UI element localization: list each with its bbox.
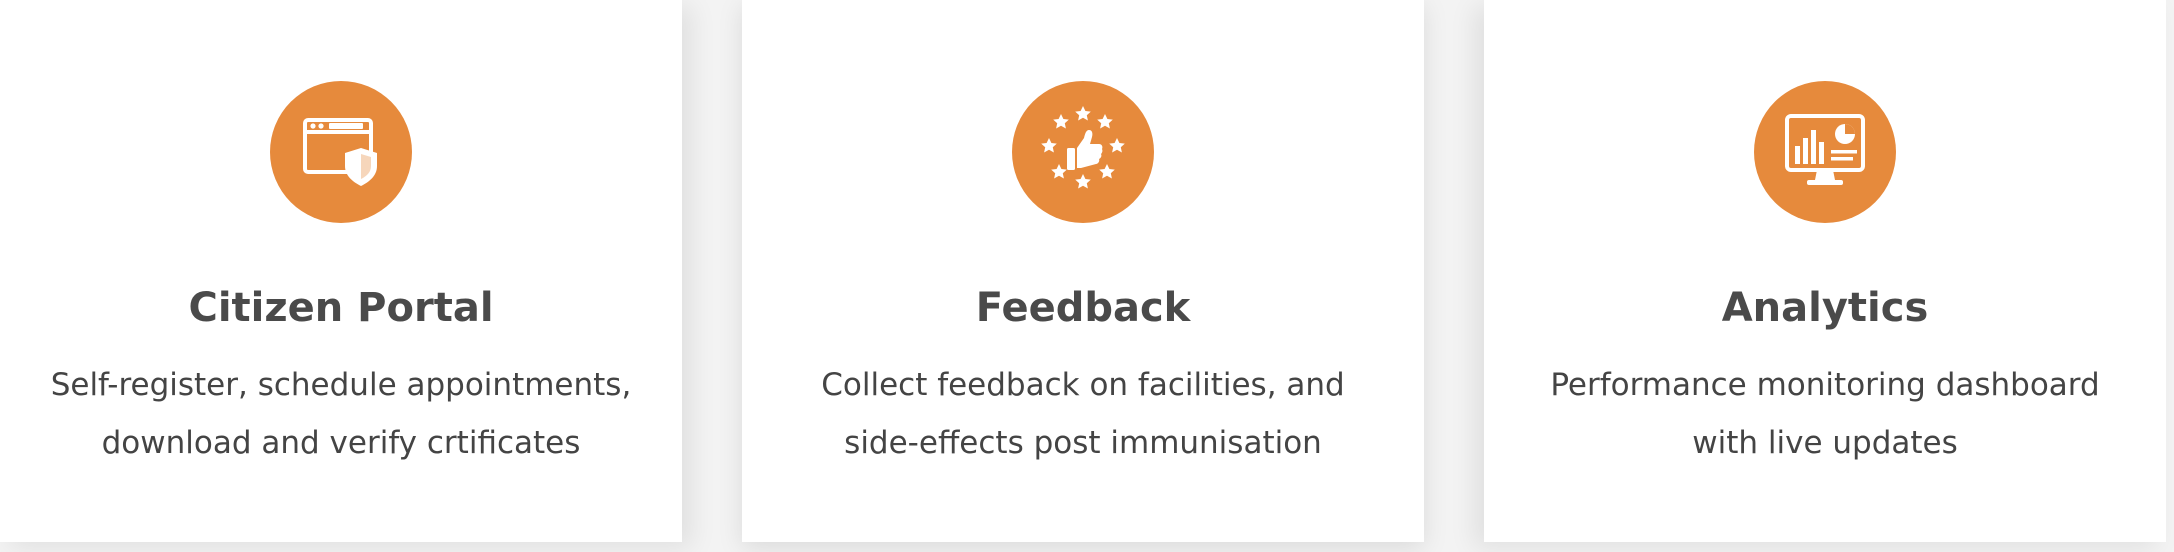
thumbs-up-stars-icon: [1041, 106, 1125, 189]
browser-shield-icon: [303, 118, 377, 186]
card-title: Analytics: [1721, 285, 1929, 331]
card-description: Self-register, schedule appointments, do…: [50, 367, 632, 461]
feature-card-feedback: Feedback Collect feedback on facilities,…: [742, 0, 1424, 542]
citizen-portal-icon-badge: [270, 81, 412, 223]
monitor-chart-icon: [1785, 114, 1865, 185]
card-description: Performance monitoring dashboard with li…: [1550, 367, 2100, 461]
feedback-icon-badge: [1012, 81, 1154, 223]
card-title: Citizen Portal: [188, 285, 494, 331]
card-description: Collect feedback on facilities, and side…: [821, 367, 1345, 461]
feature-card-analytics: Analytics Performance monitoring dashboa…: [1484, 0, 2166, 542]
features-section: Citizen Portal Self-register, schedule a…: [0, 0, 2174, 552]
analytics-icon-badge: [1754, 81, 1896, 223]
card-title: Feedback: [975, 285, 1191, 331]
feature-card-citizen-portal: Citizen Portal Self-register, schedule a…: [0, 0, 682, 542]
